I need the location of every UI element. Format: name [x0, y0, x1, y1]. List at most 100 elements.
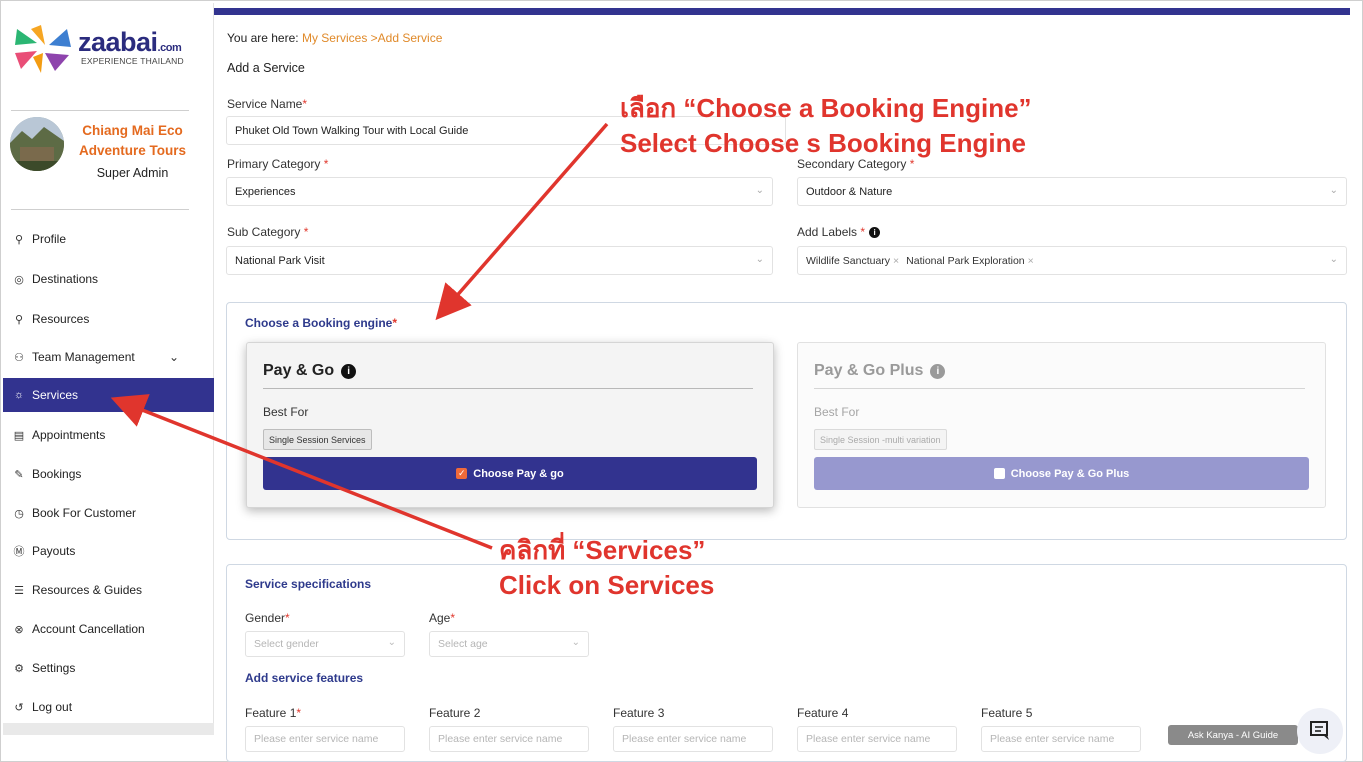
sidebar-item-account-cancellation[interactable]: ⊗ Account Cancellation — [3, 612, 214, 646]
edit-icon: ✎ — [14, 468, 24, 481]
primary-category-select[interactable]: Experiences ⌄ — [226, 177, 773, 206]
remove-chip-icon[interactable]: × — [893, 255, 899, 267]
top-accent-bar — [213, 8, 1350, 15]
user-icon: ⚲ — [14, 233, 24, 246]
sidebar-item-label: Resources — [32, 312, 90, 326]
brand-logo[interactable]: zaabai.com EXPERIENCE THAILAND — [11, 23, 201, 83]
choose-pay-and-go-button[interactable]: ✓ Choose Pay & go — [263, 457, 757, 490]
breadcrumb-prefix: You are here: — [227, 31, 299, 45]
sidebar-item-label: Resources & Guides — [32, 583, 143, 597]
chevron-down-icon: ⌄ — [1329, 185, 1338, 196]
calendar-icon: ▤ — [13, 429, 25, 442]
secondary-category-select[interactable]: Outdoor & Nature ⌄ — [797, 177, 1347, 206]
age-label: Age* — [429, 611, 456, 625]
sidebar-item-label: Team Management — [32, 350, 135, 364]
chevron-down-icon: ⌄ — [755, 185, 764, 196]
breadcrumb-link-my-services[interactable]: My Services — [302, 31, 367, 45]
sidebar-item-bookings[interactable]: ✎ Bookings — [3, 457, 214, 491]
sidebar-item-team-management[interactable]: ⚇ Team Management ⌄ — [3, 340, 214, 374]
sidebar-item-label: Profile — [32, 232, 67, 246]
service-name-label: Service Name* — [227, 97, 308, 111]
sidebar-footer — [3, 723, 214, 735]
sidebar-item-label: Account Cancellation — [32, 622, 145, 636]
sidebar-item-label: Services — [32, 388, 79, 402]
card-title: Pay & Go i — [263, 362, 357, 380]
feature-4-input[interactable]: Please enter service name — [797, 726, 957, 752]
best-for-label: Best For — [814, 405, 860, 419]
secondary-category-label: Secondary Category * — [797, 157, 915, 171]
user-role: Super Admin — [96, 166, 169, 180]
info-icon[interactable]: i — [869, 227, 881, 239]
avatar-photo-icon — [10, 117, 64, 171]
service-specifications-title: Service specifications — [245, 577, 372, 591]
booking-engine-title: Choose a Booking engine* — [245, 316, 398, 330]
labels-multiselect[interactable]: Wildlife Sanctuary × National Park Explor… — [797, 246, 1347, 275]
feature-3-label: Feature 3 — [613, 706, 665, 720]
gear-icon: ⚙ — [14, 662, 24, 675]
info-icon[interactable]: i — [930, 363, 946, 379]
feature-4-label: Feature 4 — [797, 706, 849, 720]
sidebar-item-label: Bookings — [32, 467, 82, 481]
sidebar-item-settings[interactable]: ⚙ Settings — [3, 651, 214, 685]
best-for-tag: Single Session Services — [263, 429, 372, 450]
chevron-down-icon: ⌄ — [571, 637, 580, 648]
feature-1-input[interactable]: Please enter service name — [245, 726, 405, 752]
ask-kanya-button[interactable]: Ask Kanya - AI Guide — [1168, 725, 1298, 745]
sidebar-item-appointments[interactable]: ▤ Appointments — [3, 418, 214, 452]
document-icon: ☰ — [14, 584, 24, 597]
sidebar-item-resources-guides[interactable]: ☰ Resources & Guides — [3, 573, 214, 607]
add-labels-label: Add Labels * i — [797, 225, 881, 239]
checkbox-checked-icon[interactable]: ✓ — [456, 468, 468, 479]
feature-3-input[interactable]: Please enter service name — [613, 726, 773, 752]
sidebar-item-label: Log out — [32, 700, 73, 714]
info-icon[interactable]: i — [341, 363, 357, 379]
feature-5-label: Feature 5 — [981, 706, 1033, 720]
sub-category-label: Sub Category * — [227, 225, 309, 239]
choose-pay-and-go-plus-button[interactable]: Choose Pay & Go Plus — [814, 457, 1309, 490]
brand-tagline: EXPERIENCE THAILAND — [81, 56, 184, 66]
cancel-icon: ⊗ — [14, 623, 24, 636]
feature-2-input[interactable]: Please enter service name — [429, 726, 589, 752]
location-pin-icon: ◎ — [14, 273, 24, 286]
annotation-engine-english: Select Choose s Booking Engine — [620, 128, 1026, 158]
sidebar-item-services[interactable]: ☼ Services — [3, 378, 214, 412]
chat-icon — [1310, 721, 1329, 740]
sidebar-item-label: Book For Customer — [32, 506, 137, 520]
card-title: Pay & Go Plus i — [814, 362, 946, 380]
sidebar-item-label: Payouts — [32, 544, 76, 558]
pay-and-go-card[interactable]: Pay & Go i Best For Single Session Servic… — [246, 342, 774, 508]
service-features-title: Add service features — [245, 671, 364, 685]
sidebar-item-label: Destinations — [32, 272, 99, 286]
remove-chip-icon[interactable]: × — [1028, 255, 1034, 267]
chevron-down-icon: ⌄ — [387, 637, 396, 648]
services-icon: ☼ — [13, 389, 25, 401]
brand-name: zaabai.com — [78, 27, 182, 57]
page-title: Add a Service — [227, 61, 305, 75]
sidebar-item-payouts[interactable]: Ⓜ Payouts — [3, 534, 214, 568]
sidebar-item-profile[interactable]: ⚲ Profile — [3, 222, 214, 256]
chevron-down-icon[interactable]: ⌄ — [169, 350, 179, 364]
feature-5-input[interactable]: Please enter service name — [981, 726, 1141, 752]
age-select[interactable]: Select age ⌄ — [429, 631, 589, 657]
divider — [11, 209, 189, 210]
divider — [814, 388, 1305, 389]
avatar[interactable] — [10, 117, 64, 171]
sidebar-item-log-out[interactable]: ↺ Log out — [3, 690, 214, 724]
sidebar-item-resources[interactable]: ⚲ Resources — [3, 302, 214, 336]
gender-select[interactable]: Select gender ⌄ — [245, 631, 405, 657]
checkbox-unchecked-icon[interactable] — [993, 468, 1005, 479]
sidebar-item-destinations[interactable]: ◎ Destinations — [3, 262, 214, 296]
label-chip: Wildlife Sanctuary × — [806, 254, 900, 267]
label-chip: National Park Exploration × — [906, 254, 1034, 267]
best-for-label: Best For — [263, 405, 309, 419]
sidebar-item-book-for-customer[interactable]: ◷ Book For Customer — [3, 496, 214, 530]
chevron-down-icon: ⌄ — [1329, 254, 1338, 265]
pay-and-go-plus-card[interactable]: Pay & Go Plus i Best For Single Session -… — [797, 342, 1326, 508]
user-icon: ⚲ — [14, 313, 24, 326]
feature-2-label: Feature 2 — [429, 706, 481, 720]
divider — [11, 110, 189, 111]
currency-icon: Ⓜ — [13, 546, 25, 558]
chat-button[interactable] — [1297, 708, 1343, 754]
sub-category-select[interactable]: National Park Visit ⌄ — [226, 246, 773, 275]
organization-name: Chiang Mai Eco Adventure Tours — [78, 123, 186, 158]
